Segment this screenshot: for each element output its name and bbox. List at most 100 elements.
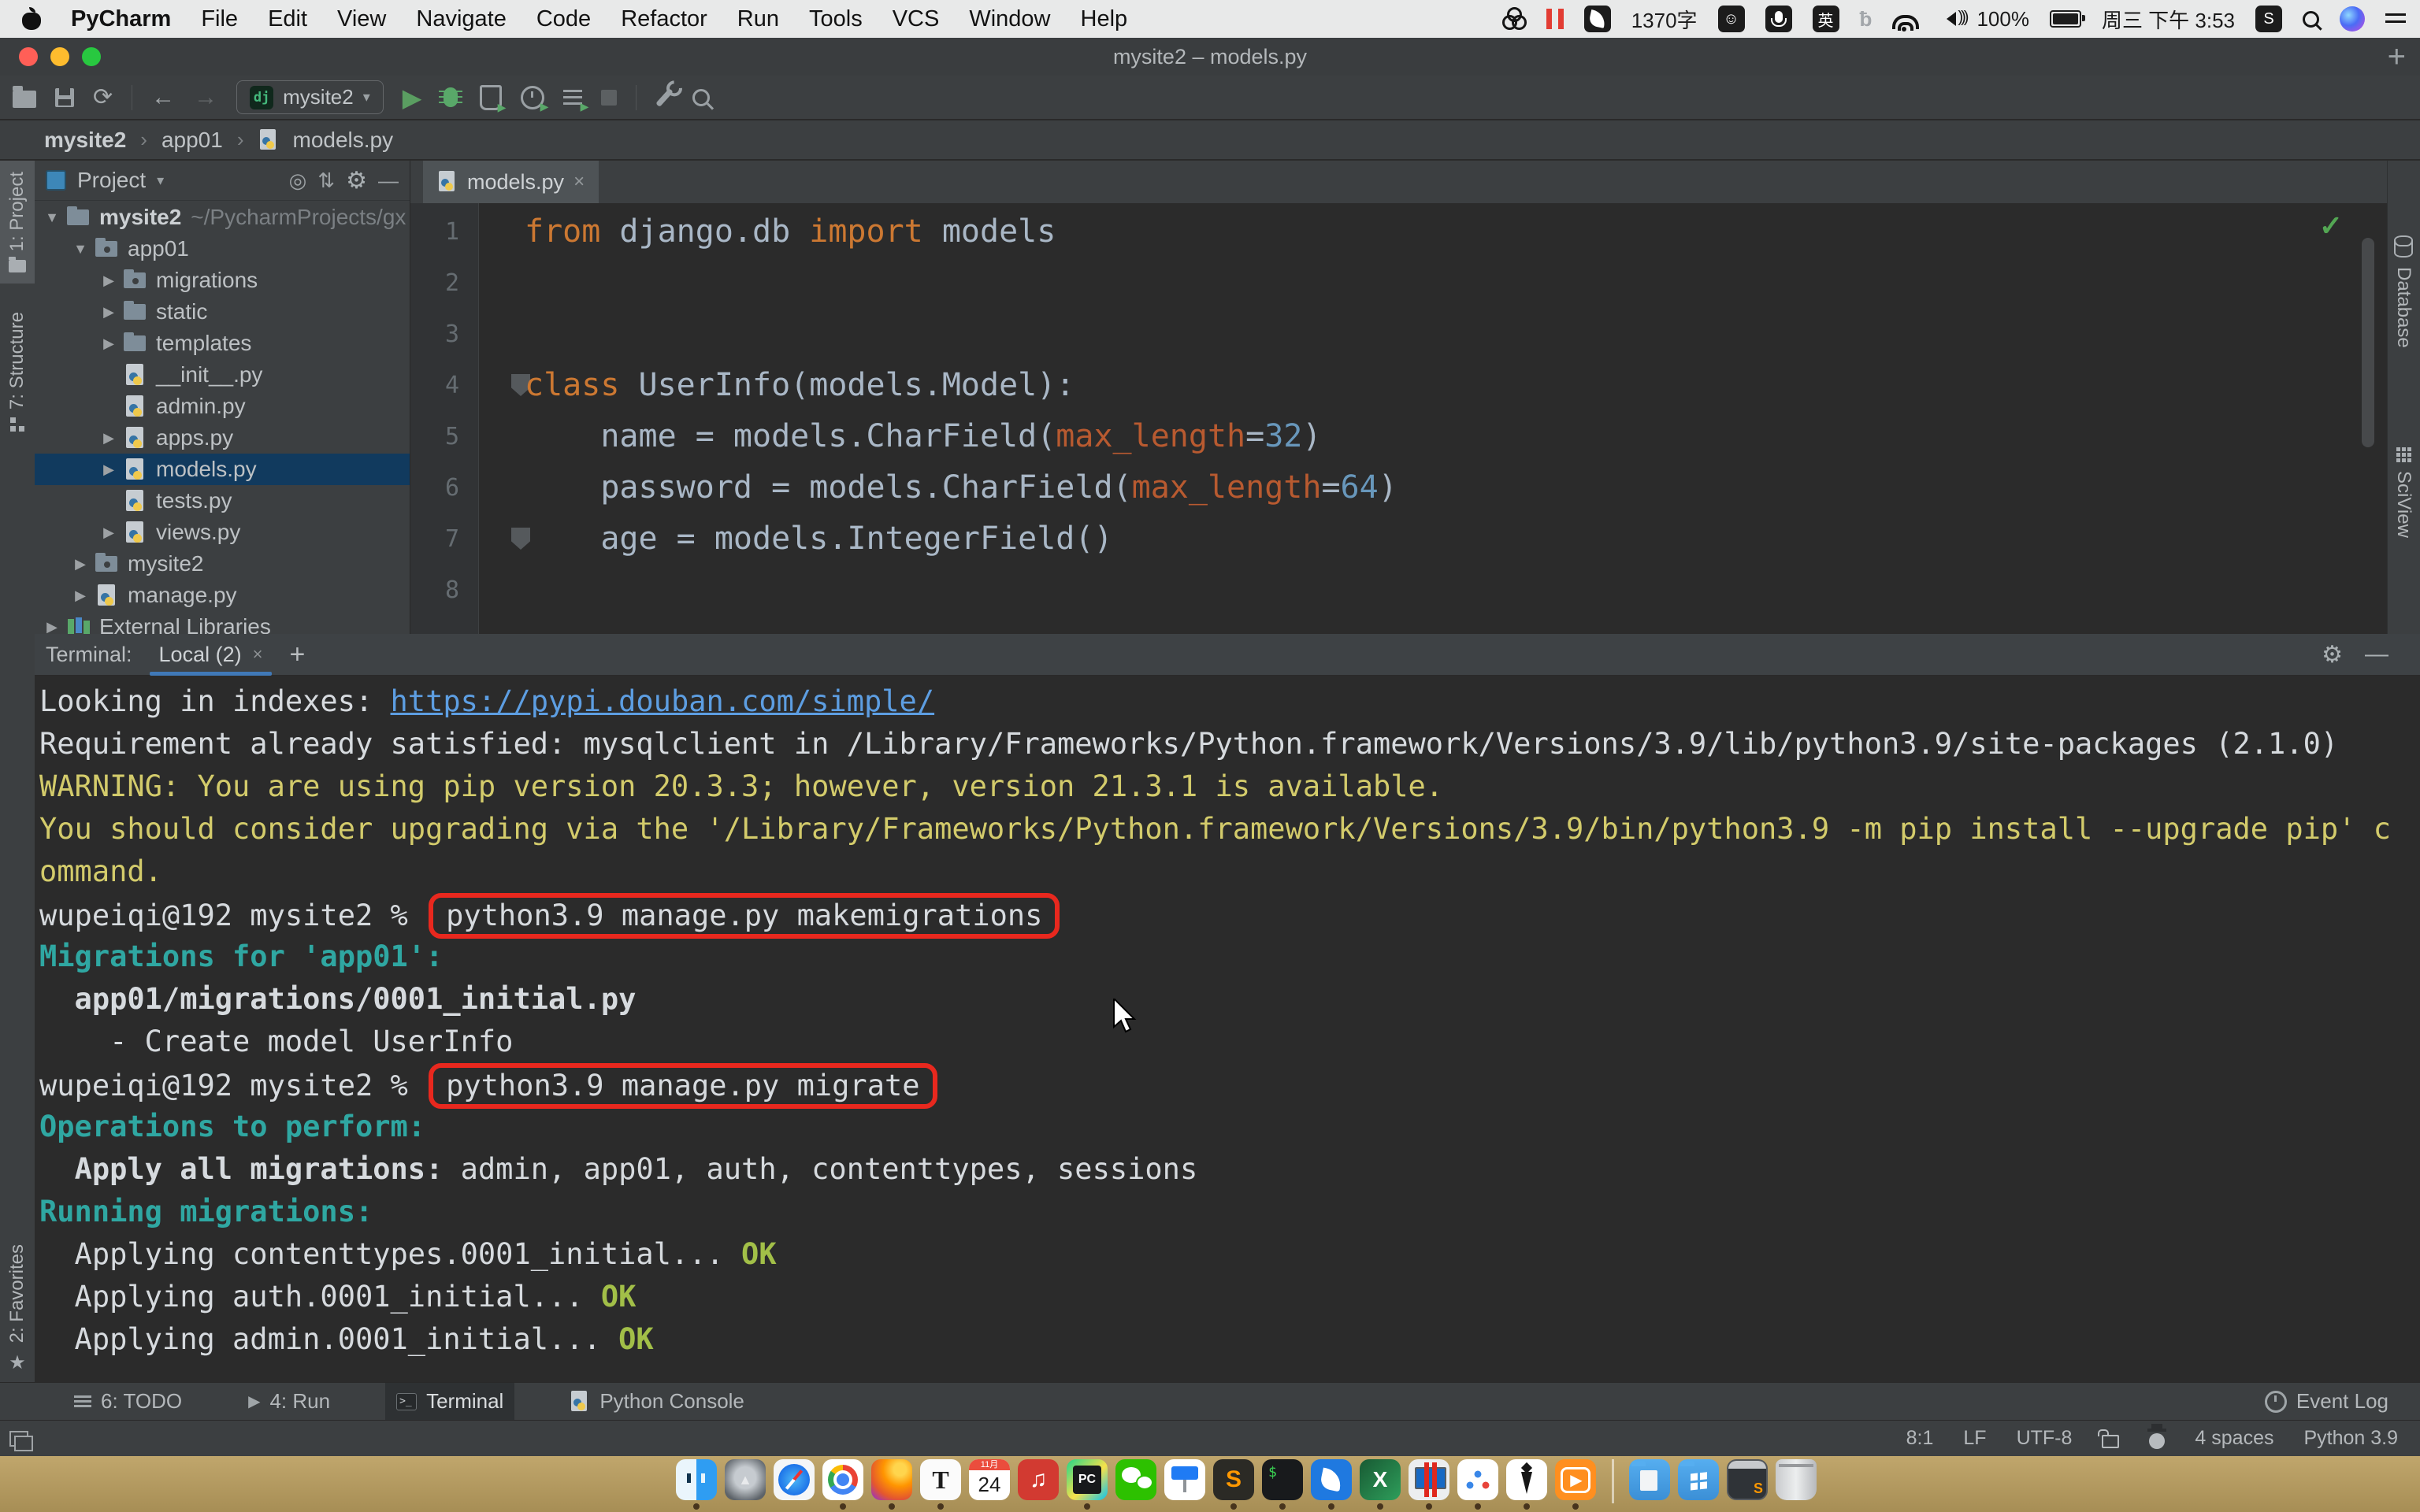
tree-row-app01[interactable]: app01 <box>35 233 410 265</box>
run-configuration-selector[interactable]: dj mysite2 ▾ <box>236 80 384 114</box>
dock-sublime-text-icon[interactable]: S <box>1213 1459 1254 1500</box>
menu-view[interactable]: View <box>337 6 386 32</box>
run-button[interactable]: ▶ <box>403 83 422 113</box>
code-line-7[interactable]: age = models.IntegerField() <box>525 513 1397 565</box>
back-icon[interactable]: ← <box>151 86 175 109</box>
sidebar-tab-project[interactable]: 1: Project <box>0 161 35 284</box>
sync-refresh-icon[interactable]: ⟳ <box>93 86 113 109</box>
menu-refactor[interactable]: Refactor <box>621 6 707 32</box>
dock-trash-icon[interactable] <box>1776 1459 1817 1500</box>
dock-dingtalk-icon[interactable] <box>1311 1459 1352 1500</box>
menu-file[interactable]: File <box>201 6 238 32</box>
toolwindow-python-console[interactable]: Python Console <box>559 1383 755 1421</box>
gear-icon[interactable]: ⚙ <box>346 167 367 195</box>
profiler-button[interactable] <box>521 86 544 109</box>
breadcrumb-app01[interactable]: app01 <box>161 128 223 153</box>
terminal-tab-local[interactable]: Local (2) × <box>154 634 268 676</box>
apple-menu-icon[interactable] <box>22 8 41 30</box>
code-editor[interactable]: from django.db import models class UserI… <box>410 203 2387 634</box>
open-file-icon[interactable] <box>13 91 36 108</box>
sogou-input-icon[interactable]: S <box>2255 6 2282 32</box>
dock-terminal-window-icon[interactable] <box>1727 1459 1768 1500</box>
tree-row-migrations[interactable]: migrations <box>35 265 410 296</box>
tree-row-manage-py[interactable]: manage.py <box>35 580 410 611</box>
code-line-1[interactable]: from django.db import models <box>525 206 1397 258</box>
chevron-right-icon[interactable] <box>95 461 123 478</box>
dock-teambition-icon[interactable] <box>1457 1459 1498 1500</box>
battery-percent[interactable]: 100% <box>1976 7 2029 32</box>
emoji-input-icon[interactable]: ☺ <box>1718 6 1745 32</box>
forward-icon[interactable]: → <box>194 86 217 109</box>
tab-models-py[interactable]: models.py × <box>423 161 599 203</box>
chevron-down-icon[interactable]: ▾ <box>157 172 164 189</box>
dock-pycharm-icon[interactable] <box>1067 1459 1108 1500</box>
concurrency-diagram-button[interactable] <box>563 90 582 106</box>
indent-setting[interactable]: 4 spaces <box>2195 1427 2273 1450</box>
chevron-right-icon[interactable] <box>95 304 123 321</box>
tree-row-admin-py[interactable]: admin.py <box>35 391 410 422</box>
breadcrumb-file[interactable]: models.py <box>293 128 394 153</box>
tree-row-init-py[interactable]: __init__.py <box>35 359 410 391</box>
menu-run[interactable]: Run <box>737 6 779 32</box>
dingtalk-status-icon[interactable] <box>1584 6 1611 32</box>
chevron-right-icon[interactable] <box>66 556 95 573</box>
python-interpreter[interactable]: Python 3.9 <box>2303 1427 2398 1450</box>
toolwindow-terminal[interactable]: >_ Terminal <box>385 1383 514 1421</box>
siri-icon[interactable] <box>2340 6 2365 32</box>
chevron-right-icon[interactable] <box>95 524 123 541</box>
terminal-settings-gear-icon[interactable]: ⚙ <box>2322 641 2343 669</box>
menu-window[interactable]: Window <box>969 6 1050 32</box>
bluetooth-icon[interactable]: ƀ <box>1860 7 1873 32</box>
app-menu-pycharm[interactable]: PyCharm <box>71 6 171 32</box>
plus-icon[interactable]: + <box>2388 41 2406 72</box>
code-line-3[interactable] <box>525 309 1397 360</box>
dock-launchpad-icon[interactable] <box>725 1459 766 1500</box>
dock-finder-icon[interactable] <box>676 1459 717 1500</box>
chevron-down-icon[interactable] <box>38 209 66 226</box>
collapse-all-icon[interactable]: ⇅ <box>317 169 335 193</box>
notification-center-icon[interactable] <box>2385 12 2406 26</box>
terminal-output[interactable]: Looking in indexes: https://pypi.douban.… <box>35 676 2420 1382</box>
line-separator[interactable]: LF <box>1963 1427 1986 1450</box>
tree-row-external-libraries[interactable]: External Libraries <box>35 611 410 634</box>
dock-folder-documents-icon[interactable] <box>1629 1459 1670 1500</box>
tree-row-static[interactable]: static <box>35 296 410 328</box>
dock-excel-icon[interactable]: X <box>1360 1459 1401 1500</box>
close-tab-icon[interactable]: × <box>573 171 585 193</box>
sidebar-tab-structure[interactable]: 7: Structure <box>0 301 35 443</box>
tree-row-mysite2-pkg[interactable]: mysite2 <box>35 548 410 580</box>
caret-position[interactable]: 8:1 <box>1906 1427 1934 1450</box>
save-all-icon[interactable] <box>55 88 74 107</box>
parallels-pause-icon[interactable] <box>1546 9 1564 29</box>
run-with-coverage-button[interactable] <box>480 85 502 110</box>
pypi-index-link[interactable]: https://pypi.douban.com/simple/ <box>391 684 935 718</box>
word-count-status[interactable]: 1370字 <box>1631 5 1698 34</box>
dock-netease-music-icon[interactable]: ♫ <box>1018 1459 1059 1500</box>
tree-row-views-py[interactable]: views.py <box>35 517 410 548</box>
tree-row-apps-py[interactable]: apps.py <box>35 422 410 454</box>
code-line-2[interactable] <box>525 258 1397 309</box>
battery-icon[interactable] <box>2050 10 2081 28</box>
inspections-ok-check-icon[interactable]: ✓ <box>2319 209 2343 243</box>
code-line-5[interactable]: name = models.CharField(max_length=32) <box>525 411 1397 462</box>
dock-folder-windows-icon[interactable] <box>1678 1459 1719 1500</box>
stop-button[interactable] <box>601 90 617 106</box>
menu-navigate[interactable]: Navigate <box>416 6 506 32</box>
menu-edit[interactable]: Edit <box>268 6 307 32</box>
settings-wrench-icon[interactable] <box>656 87 674 106</box>
search-everywhere-icon[interactable] <box>692 89 710 106</box>
menu-code[interactable]: Code <box>536 6 591 32</box>
dock-parallels-icon[interactable] <box>1409 1459 1449 1500</box>
toolwindow-run[interactable]: ▶ 4: Run <box>237 1383 341 1421</box>
sidebar-tab-database[interactable]: Database <box>2387 197 2420 386</box>
input-language-icon[interactable]: 英 <box>1813 6 1839 32</box>
breadcrumb-project[interactable]: mysite2 <box>44 128 126 153</box>
code-line-8[interactable] <box>525 565 1397 616</box>
chevron-right-icon[interactable] <box>95 272 123 289</box>
toolwindow-todo[interactable]: 6: TODO <box>63 1383 193 1421</box>
dock-tie-app-icon[interactable] <box>1506 1459 1547 1500</box>
hide-terminal-icon[interactable]: — <box>2365 641 2388 668</box>
locate-file-icon[interactable]: ◎ <box>289 169 307 193</box>
terminal-label[interactable]: Terminal: <box>46 643 132 667</box>
readonly-lock-icon[interactable] <box>2102 1435 2119 1448</box>
